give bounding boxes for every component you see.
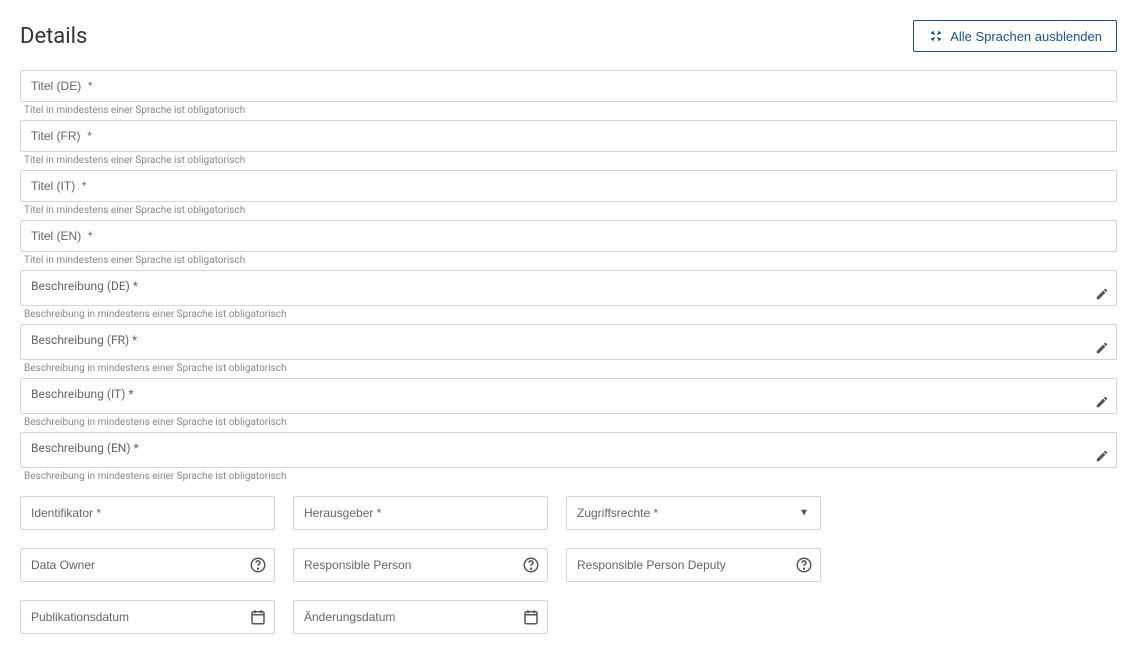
description-it-hint: Beschreibung in mindestens einer Sprache… bbox=[20, 415, 1117, 432]
title-de-field[interactable] bbox=[20, 70, 1117, 102]
description-fr-placeholder: Beschreibung (FR) * bbox=[31, 333, 137, 347]
title-fr-field[interactable] bbox=[20, 120, 1117, 152]
calendar-icon[interactable] bbox=[249, 608, 267, 626]
description-it-field[interactable]: Beschreibung (IT) * bbox=[20, 378, 1117, 414]
title-it-field[interactable] bbox=[20, 170, 1117, 202]
title-fr-hint: Titel in mindestens einer Sprache ist ob… bbox=[20, 153, 1117, 170]
edit-icon[interactable] bbox=[1095, 449, 1109, 463]
modification-date-field[interactable] bbox=[293, 600, 548, 634]
responsible-person-field[interactable] bbox=[293, 548, 548, 582]
title-en-field[interactable] bbox=[20, 220, 1117, 252]
chevron-down-icon: ▼ bbox=[799, 508, 809, 519]
collapse-languages-button[interactable]: Alle Sprachen ausblenden bbox=[913, 20, 1117, 52]
collapse-icon bbox=[928, 28, 944, 44]
description-de-field[interactable]: Beschreibung (DE) * bbox=[20, 270, 1117, 306]
identifier-field[interactable] bbox=[20, 496, 275, 530]
calendar-icon[interactable] bbox=[522, 608, 540, 626]
collapse-languages-label: Alle Sprachen ausblenden bbox=[950, 29, 1102, 44]
help-icon[interactable] bbox=[795, 556, 813, 574]
access-rights-select[interactable] bbox=[566, 496, 821, 530]
page-title: Details bbox=[20, 24, 87, 49]
description-en-field[interactable]: Beschreibung (EN) * bbox=[20, 432, 1117, 468]
help-icon[interactable] bbox=[522, 556, 540, 574]
publication-date-field[interactable] bbox=[20, 600, 275, 634]
help-icon[interactable] bbox=[249, 556, 267, 574]
edit-icon[interactable] bbox=[1095, 395, 1109, 409]
description-fr-field[interactable]: Beschreibung (FR) * bbox=[20, 324, 1117, 360]
description-it-placeholder: Beschreibung (IT) * bbox=[31, 387, 134, 401]
publisher-field[interactable] bbox=[293, 496, 548, 530]
description-de-placeholder: Beschreibung (DE) * bbox=[31, 279, 138, 293]
description-en-hint: Beschreibung in mindestens einer Sprache… bbox=[20, 469, 1117, 486]
edit-icon[interactable] bbox=[1095, 287, 1109, 301]
title-it-hint: Titel in mindestens einer Sprache ist ob… bbox=[20, 203, 1117, 220]
responsible-person-deputy-field[interactable] bbox=[566, 548, 821, 582]
data-owner-field[interactable] bbox=[20, 548, 275, 582]
description-fr-hint: Beschreibung in mindestens einer Sprache… bbox=[20, 361, 1117, 378]
description-de-hint: Beschreibung in mindestens einer Sprache… bbox=[20, 307, 1117, 324]
title-en-hint: Titel in mindestens einer Sprache ist ob… bbox=[20, 253, 1117, 270]
description-en-placeholder: Beschreibung (EN) * bbox=[31, 441, 139, 455]
title-de-hint: Titel in mindestens einer Sprache ist ob… bbox=[20, 103, 1117, 120]
edit-icon[interactable] bbox=[1095, 341, 1109, 355]
